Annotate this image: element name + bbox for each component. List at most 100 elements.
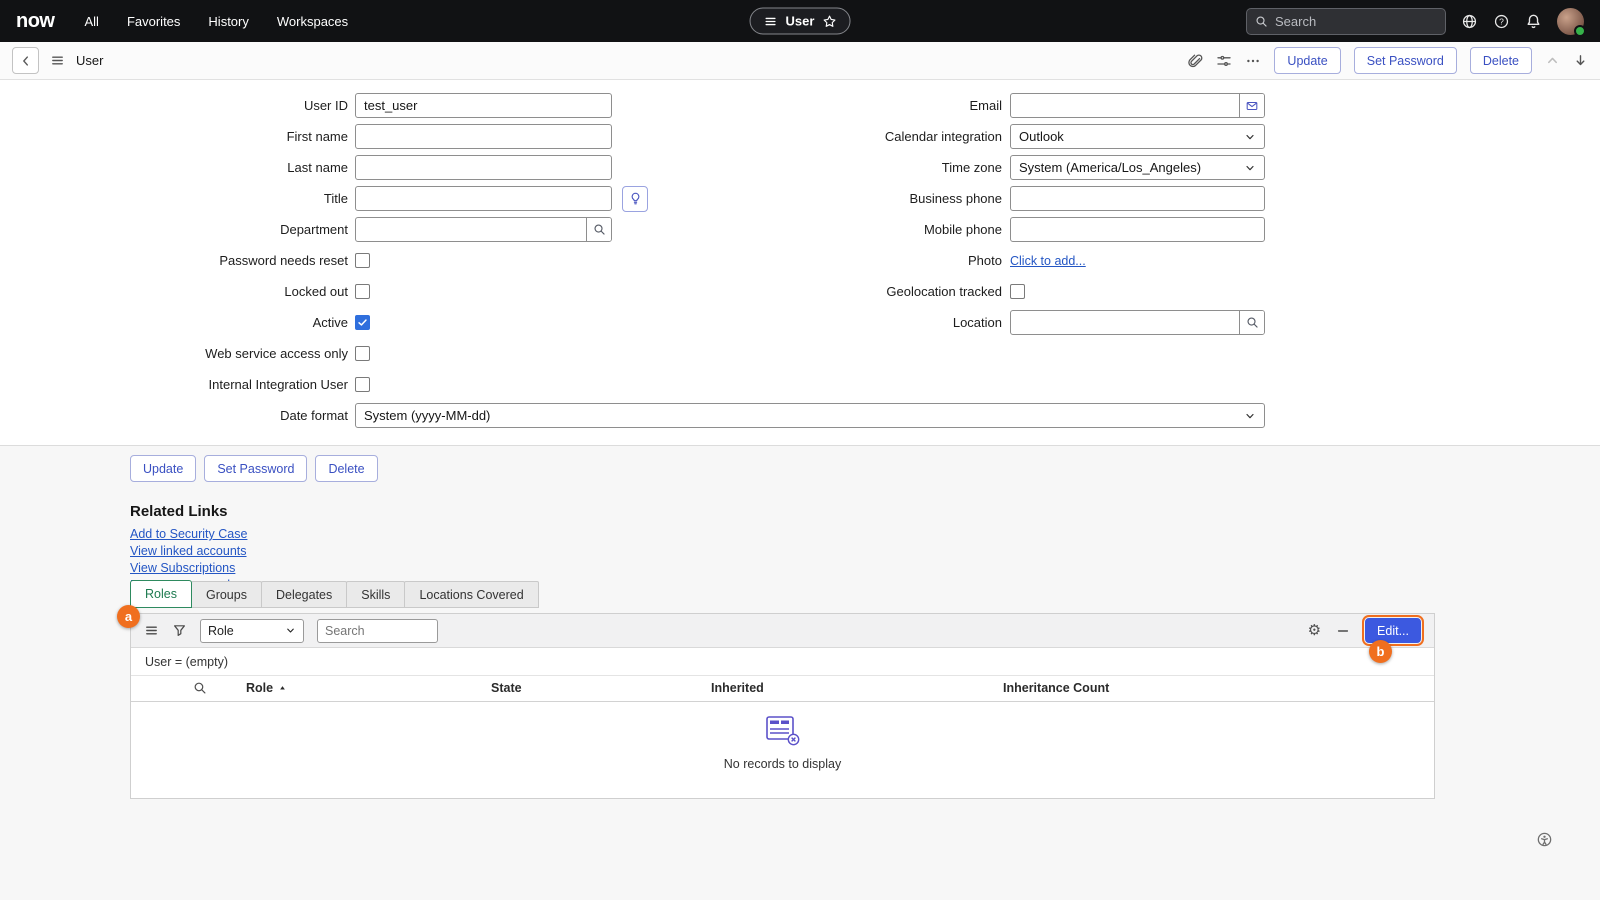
primary-nav: All Favorites History Workspaces <box>85 14 349 29</box>
email-input[interactable] <box>1011 94 1239 117</box>
nav-all[interactable]: All <box>85 14 99 29</box>
title-suggestion-button[interactable] <box>622 186 648 212</box>
location-lookup-button[interactable] <box>1239 311 1264 334</box>
list-context-menu-icon[interactable] <box>144 623 159 638</box>
column-inherited[interactable]: Inherited <box>711 681 764 695</box>
business-phone-input[interactable] <box>1010 186 1265 211</box>
star-icon[interactable] <box>822 14 836 28</box>
column-inheritance-count[interactable]: Inheritance Count <box>1003 681 1109 695</box>
field-label: Web service access only <box>0 346 355 361</box>
mobile-phone-input[interactable] <box>1010 217 1265 242</box>
notifications-bell-icon[interactable] <box>1525 13 1542 30</box>
title-input[interactable] <box>355 186 612 211</box>
sort-ascending-icon <box>277 683 288 694</box>
geolocation-tracked-checkbox[interactable] <box>1010 284 1025 299</box>
attachment-paperclip-icon[interactable] <box>1187 53 1203 69</box>
time-zone-select[interactable]: System (America/Los_Angeles) <box>1010 155 1265 180</box>
edit-button[interactable]: Edit... <box>1365 618 1421 643</box>
field-label: Business phone <box>700 191 1010 206</box>
location-reference-field <box>1010 310 1265 335</box>
column-inheritance-count-label: Inheritance Count <box>1003 681 1109 695</box>
photo-add-link[interactable]: Click to add... <box>1010 254 1086 268</box>
footer-delete-button[interactable]: Delete <box>315 455 377 482</box>
chevron-down-icon <box>285 625 296 636</box>
internal-integration-user-checkbox[interactable] <box>355 377 370 392</box>
servicenow-logo[interactable]: now <box>16 10 55 33</box>
tab-locations-covered[interactable]: Locations Covered <box>404 581 538 608</box>
page-title: User <box>76 53 103 68</box>
field-label: Date format <box>0 408 355 423</box>
list-breadcrumb[interactable]: User = (empty) <box>131 648 1434 676</box>
global-search-input[interactable] <box>1275 14 1425 29</box>
record-context-pill[interactable]: User <box>750 8 851 35</box>
link-add-to-security-case[interactable]: Add to Security Case <box>130 527 247 541</box>
language-globe-icon[interactable] <box>1461 13 1478 30</box>
nav-favorites[interactable]: Favorites <box>127 14 180 29</box>
location-input[interactable] <box>1011 311 1239 334</box>
back-button[interactable] <box>12 47 39 74</box>
password-needs-reset-checkbox[interactable] <box>355 253 370 268</box>
header-set-password-button[interactable]: Set Password <box>1354 47 1457 74</box>
user-id-input[interactable] <box>355 93 612 118</box>
department-input[interactable] <box>356 218 586 241</box>
form-row: Business phone <box>700 183 1270 214</box>
nav-workspaces[interactable]: Workspaces <box>277 14 348 29</box>
link-view-linked-accounts[interactable]: View linked accounts <box>130 544 247 558</box>
previous-record-icon[interactable] <box>1545 53 1560 68</box>
field-label: Email <box>700 98 1010 113</box>
empty-state-icon <box>763 714 803 748</box>
locked-out-checkbox[interactable] <box>355 284 370 299</box>
form-row: Internal Integration User <box>0 369 1600 400</box>
tab-roles[interactable]: Roles <box>130 580 192 608</box>
nav-history[interactable]: History <box>208 14 248 29</box>
calendar-integration-select[interactable]: Outlook <box>1010 124 1265 149</box>
department-lookup-button[interactable] <box>586 218 611 241</box>
first-name-input[interactable] <box>355 124 612 149</box>
footer-update-button[interactable]: Update <box>130 455 196 482</box>
search-field-select[interactable]: Role <box>200 619 304 643</box>
user-avatar[interactable] <box>1557 8 1584 35</box>
tab-delegates[interactable]: Delegates <box>261 581 347 608</box>
list-settings-gear-icon[interactable]: ⚙ <box>1308 623 1321 638</box>
more-options-icon[interactable] <box>1245 53 1261 69</box>
form-row: Location <box>700 307 1270 338</box>
related-list-tabs: Roles Groups Delegates Skills Locations … <box>130 580 538 608</box>
header-update-button[interactable]: Update <box>1274 47 1340 74</box>
last-name-input[interactable] <box>355 155 612 180</box>
related-list-search-input[interactable] <box>317 619 438 643</box>
field-label: Mobile phone <box>700 222 1010 237</box>
global-search[interactable] <box>1246 8 1446 35</box>
lightbulb-icon <box>628 191 643 206</box>
calendar-integration-value: Outlook <box>1019 129 1064 144</box>
accessibility-icon[interactable] <box>1536 831 1553 848</box>
email-button[interactable] <box>1239 94 1264 117</box>
field-label: First name <box>0 129 355 144</box>
form-row: Email <box>700 90 1270 121</box>
annotation-a: a <box>117 605 140 628</box>
link-view-subscriptions[interactable]: View Subscriptions <box>130 561 235 575</box>
header-delete-button[interactable]: Delete <box>1470 47 1532 74</box>
column-role[interactable]: Role <box>246 681 288 695</box>
field-label: Time zone <box>700 160 1010 175</box>
department-reference-field <box>355 217 612 242</box>
footer-set-password-button[interactable]: Set Password <box>204 455 307 482</box>
list-icon <box>764 14 778 28</box>
minimize-list-icon[interactable] <box>1336 624 1350 638</box>
date-format-select[interactable]: System (yyyy-MM-dd) <box>355 403 1265 428</box>
column-state[interactable]: State <box>491 681 522 695</box>
filter-icon[interactable] <box>172 623 187 638</box>
tab-groups[interactable]: Groups <box>191 581 262 608</box>
next-record-icon[interactable] <box>1573 53 1588 68</box>
help-icon[interactable] <box>1493 13 1510 30</box>
form-context-menu-icon[interactable] <box>50 53 65 68</box>
personalize-form-icon[interactable] <box>1216 53 1232 69</box>
column-search-icon[interactable] <box>193 681 207 695</box>
tab-skills[interactable]: Skills <box>346 581 405 608</box>
check-icon <box>357 317 368 328</box>
web-service-access-only-checkbox[interactable] <box>355 346 370 361</box>
search-icon <box>593 223 606 236</box>
search-field-value: Role <box>208 624 234 638</box>
field-label: User ID <box>0 98 355 113</box>
annotation-b: b <box>1369 640 1392 663</box>
active-checkbox[interactable] <box>355 315 370 330</box>
